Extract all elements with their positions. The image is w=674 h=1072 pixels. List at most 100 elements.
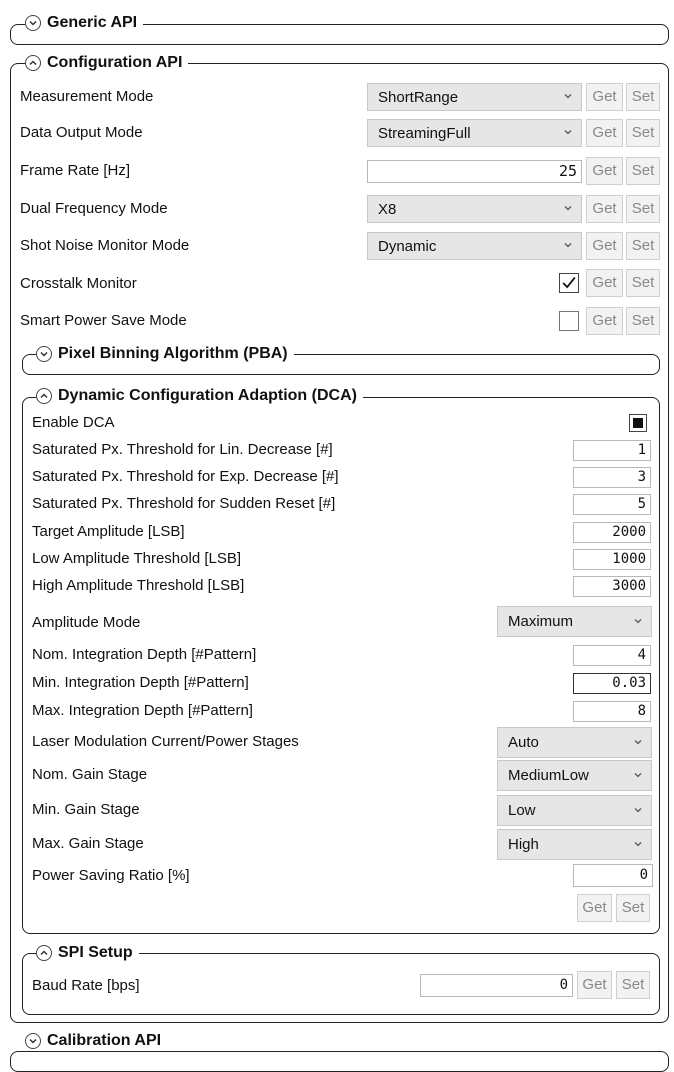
- min-gain-stage-value: Low: [508, 802, 536, 819]
- chevron-down-icon[interactable]: [25, 1033, 41, 1049]
- baud-rate-label: Baud Rate [bps]: [32, 977, 140, 994]
- crosstalk-monitor-get-button[interactable]: Get: [586, 269, 623, 297]
- frame-rate-input[interactable]: 25: [367, 160, 582, 183]
- baud-rate-input[interactable]: 0: [420, 974, 573, 997]
- high-amplitude-threshold-input[interactable]: 3000: [573, 576, 651, 597]
- data-output-mode-select[interactable]: StreamingFull: [367, 119, 582, 147]
- nom-integration-depth-input[interactable]: 4: [573, 645, 651, 666]
- min-integration-depth-input[interactable]: 0.03: [573, 673, 651, 694]
- amplitude-mode-label: Amplitude Mode: [32, 614, 141, 631]
- shot-noise-monitor-mode-select[interactable]: Dynamic: [367, 232, 582, 260]
- min-integration-depth-label: Min. Integration Depth [#Pattern]: [32, 674, 249, 691]
- dca-set-button[interactable]: Set: [616, 894, 650, 922]
- dual-frequency-mode-value: X8: [378, 200, 397, 218]
- nom-gain-stage-value: MediumLow: [508, 767, 589, 784]
- smart-power-save-mode-set-button[interactable]: Set: [626, 307, 660, 335]
- shot-noise-monitor-mode-label: Shot Noise Monitor Mode: [20, 237, 190, 254]
- target-amplitude-label: Target Amplitude [LSB]: [32, 523, 185, 540]
- generic-api-title: Generic API: [47, 14, 138, 31]
- indeterminate-square-icon: [633, 418, 643, 428]
- amplitude-mode-select[interactable]: Maximum: [497, 606, 652, 637]
- shot-noise-monitor-mode-set-button[interactable]: Set: [626, 232, 660, 260]
- generic-api-header[interactable]: Generic API: [25, 13, 144, 33]
- sat-exp-decrease-label: Saturated Px. Threshold for Exp. Decreas…: [32, 468, 339, 485]
- data-output-mode-set-button[interactable]: Set: [626, 119, 660, 147]
- chevron-down-icon: [564, 206, 572, 211]
- dual-frequency-mode-select[interactable]: X8: [367, 195, 582, 223]
- calibration-api-title: Calibration API: [47, 1032, 162, 1049]
- shot-noise-monitor-mode-get-button[interactable]: Get: [586, 232, 623, 260]
- sat-lin-decrease-label: Saturated Px. Threshold for Lin. Decreas…: [32, 441, 333, 458]
- chevron-up-icon[interactable]: [36, 388, 52, 404]
- frame-rate-set-button[interactable]: Set: [626, 157, 660, 185]
- nom-integration-depth-label: Nom. Integration Depth [#Pattern]: [32, 646, 257, 663]
- enable-dca-checkbox[interactable]: [629, 414, 647, 432]
- dca-title: Dynamic Configuration Adaption (DCA): [58, 387, 357, 404]
- chevron-down-icon: [564, 94, 572, 99]
- baud-rate-get-button[interactable]: Get: [577, 971, 612, 999]
- measurement-mode-value: ShortRange: [378, 88, 459, 106]
- baud-rate-set-button[interactable]: Set: [616, 971, 650, 999]
- spi-setup-title: SPI Setup: [58, 944, 133, 961]
- shot-noise-monitor-mode-value: Dynamic: [378, 237, 437, 255]
- low-amplitude-threshold-label: Low Amplitude Threshold [LSB]: [32, 550, 242, 567]
- calibration-api-group: [10, 1051, 669, 1072]
- laser-modulation-label: Laser Modulation Current/Power Stages: [32, 733, 299, 750]
- chevron-up-icon[interactable]: [25, 55, 41, 71]
- spi-setup-header[interactable]: SPI Setup: [36, 943, 139, 963]
- laser-modulation-value: Auto: [508, 734, 539, 751]
- frame-rate-label: Frame Rate [Hz]: [20, 162, 131, 179]
- amplitude-mode-value: Maximum: [508, 613, 574, 630]
- smart-power-save-mode-label: Smart Power Save Mode: [20, 312, 187, 329]
- measurement-mode-set-button[interactable]: Set: [626, 83, 660, 111]
- chevron-down-icon: [634, 842, 642, 847]
- chevron-down-icon: [564, 243, 572, 248]
- min-gain-stage-select[interactable]: Low: [497, 795, 652, 826]
- dual-frequency-mode-label: Dual Frequency Mode: [20, 200, 168, 217]
- dual-frequency-mode-get-button[interactable]: Get: [586, 195, 623, 223]
- smart-power-save-mode-checkbox[interactable]: [559, 311, 579, 331]
- data-output-mode-label: Data Output Mode: [20, 124, 143, 141]
- checkmark-icon: [562, 277, 576, 289]
- min-gain-stage-label: Min. Gain Stage: [32, 801, 140, 818]
- max-integration-depth-label: Max. Integration Depth [#Pattern]: [32, 702, 253, 719]
- chevron-down-icon: [634, 740, 642, 745]
- crosstalk-monitor-set-button[interactable]: Set: [626, 269, 660, 297]
- chevron-down-icon[interactable]: [36, 346, 52, 362]
- nom-gain-stage-label: Nom. Gain Stage: [32, 766, 148, 783]
- configuration-api-header[interactable]: Configuration API: [25, 53, 189, 73]
- dca-header[interactable]: Dynamic Configuration Adaption (DCA): [36, 386, 363, 406]
- sat-sudden-reset-label: Saturated Px. Threshold for Sudden Reset…: [32, 495, 336, 512]
- frame-rate-get-button[interactable]: Get: [586, 157, 623, 185]
- dca-get-button[interactable]: Get: [577, 894, 612, 922]
- measurement-mode-select[interactable]: ShortRange: [367, 83, 582, 111]
- measurement-mode-get-button[interactable]: Get: [586, 83, 623, 111]
- dual-frequency-mode-set-button[interactable]: Set: [626, 195, 660, 223]
- chevron-down-icon: [634, 808, 642, 813]
- crosstalk-monitor-checkbox[interactable]: [559, 273, 579, 293]
- pba-header[interactable]: Pixel Binning Algorithm (PBA): [36, 344, 294, 364]
- chevron-up-icon[interactable]: [36, 945, 52, 961]
- sat-lin-decrease-input[interactable]: 1: [573, 440, 651, 461]
- chevron-down-icon: [634, 619, 642, 624]
- sat-exp-decrease-input[interactable]: 3: [573, 467, 651, 488]
- max-gain-stage-value: High: [508, 836, 539, 853]
- max-gain-stage-select[interactable]: High: [497, 829, 652, 860]
- power-saving-ratio-input[interactable]: 0: [573, 864, 653, 887]
- nom-gain-stage-select[interactable]: MediumLow: [497, 760, 652, 791]
- laser-modulation-select[interactable]: Auto: [497, 727, 652, 758]
- max-integration-depth-input[interactable]: 8: [573, 701, 651, 722]
- target-amplitude-input[interactable]: 2000: [573, 522, 651, 543]
- enable-dca-label: Enable DCA: [32, 414, 115, 431]
- sat-sudden-reset-input[interactable]: 5: [573, 494, 651, 515]
- smart-power-save-mode-get-button[interactable]: Get: [586, 307, 623, 335]
- low-amplitude-threshold-input[interactable]: 1000: [573, 549, 651, 570]
- max-gain-stage-label: Max. Gain Stage: [32, 835, 144, 852]
- chevron-down-icon[interactable]: [25, 15, 41, 31]
- chevron-down-icon: [634, 773, 642, 778]
- crosstalk-monitor-label: Crosstalk Monitor: [20, 275, 137, 292]
- calibration-api-header[interactable]: Calibration API: [25, 1031, 168, 1051]
- measurement-mode-label: Measurement Mode: [20, 88, 154, 105]
- data-output-mode-get-button[interactable]: Get: [586, 119, 623, 147]
- data-output-mode-value: StreamingFull: [378, 124, 471, 142]
